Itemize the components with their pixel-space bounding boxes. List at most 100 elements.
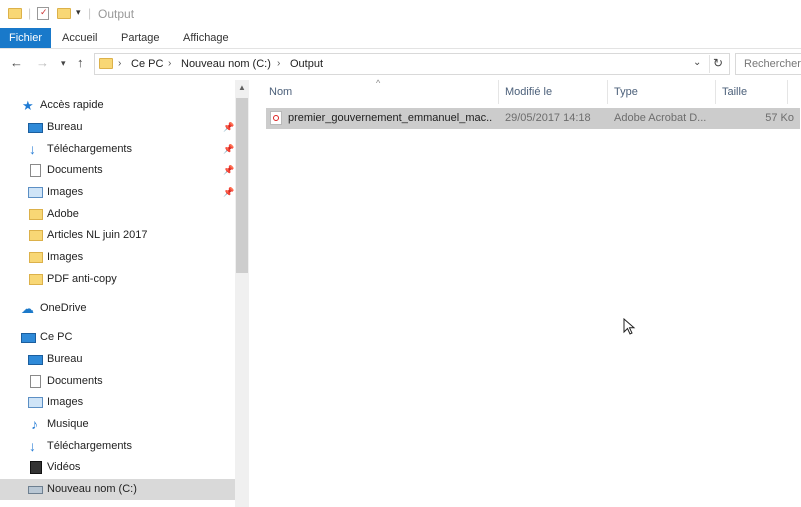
nav-label: Bureau [47, 121, 83, 133]
customize-toolbar-icon[interactable]: ▾ [76, 7, 81, 18]
title-bar: | ✓ ▾ | Output [0, 0, 801, 28]
column-header-modified[interactable]: Modifié le [505, 80, 552, 104]
nav-pc-bureau[interactable]: Bureau [0, 349, 235, 370]
tab-affichage[interactable]: Affichage [174, 28, 238, 48]
mouse-cursor-icon [623, 318, 636, 335]
nav-label: Téléchargements [47, 440, 132, 452]
separator: | [88, 6, 92, 20]
nav-item-telechargements[interactable]: ↓ Téléchargements 📌 [0, 139, 235, 160]
nav-label: PDF anti-copy [47, 273, 117, 285]
desktop-icon [28, 355, 43, 365]
separator: | [28, 6, 32, 20]
search-input[interactable]: Rechercher dans : Output [735, 53, 801, 75]
address-dropdown-icon[interactable]: ⌄ [693, 57, 701, 68]
breadcrumb-ce-pc[interactable]: Ce PC [131, 54, 163, 74]
forward-arrow-icon[interactable]: → [36, 55, 49, 70]
downloads-icon: ↓ [29, 141, 36, 157]
nav-item-pdf-anti-copy[interactable]: PDF anti-copy [0, 269, 235, 290]
file-name: premier_gouvernement_emmanuel_mac... [288, 112, 493, 124]
nav-label: Ce PC [40, 331, 73, 343]
nav-label: Vidéos [47, 461, 81, 473]
nav-label: Documents [47, 375, 103, 387]
drive-icon [28, 486, 43, 494]
breadcrumb-drive[interactable]: Nouveau nom (C:) [181, 54, 271, 74]
nav-pc-videos[interactable]: Vidéos [0, 457, 235, 478]
column-divider[interactable] [715, 80, 716, 104]
breadcrumb-chevron-icon: › [118, 58, 122, 69]
star-icon: ★ [22, 98, 34, 113]
nav-label: Articles NL juin 2017 [47, 229, 148, 241]
documents-icon [30, 375, 41, 388]
nav-item-documents[interactable]: Documents 📌 [0, 160, 235, 181]
nav-this-pc[interactable]: Ce PC [0, 327, 235, 348]
nav-label: OneDrive [40, 302, 87, 314]
pictures-icon [28, 187, 43, 198]
pin-icon[interactable]: 📌 [223, 117, 234, 138]
up-arrow-icon[interactable]: ↑ [77, 55, 84, 70]
folder-icon [8, 8, 22, 19]
nav-scrollbar[interactable]: ▲ [235, 80, 249, 507]
nav-label: Images [47, 396, 84, 408]
nav-pc-images[interactable]: Images [0, 392, 235, 413]
file-size: 57 Ko [765, 112, 794, 124]
nav-label: Téléchargements [47, 143, 132, 155]
nav-label: Accès rapide [40, 99, 104, 111]
cloud-icon: ☁ [21, 301, 34, 316]
column-divider[interactable] [498, 80, 499, 104]
nav-item-images[interactable]: Images 📌 [0, 182, 235, 203]
scroll-up-icon[interactable]: ▲ [238, 83, 246, 92]
sort-ascending-icon: ^ [376, 78, 381, 88]
navigation-pane: ★ Accès rapide Bureau 📌 ↓ Téléchargement… [0, 80, 235, 507]
recent-locations-icon[interactable]: ▾ [61, 58, 66, 69]
breadcrumb-output[interactable]: Output [290, 54, 323, 74]
videos-icon [30, 461, 42, 474]
nav-label: Musique [47, 418, 89, 430]
pin-icon[interactable]: 📌 [223, 139, 234, 160]
nav-item-images-folder[interactable]: Images [0, 247, 235, 268]
breadcrumb-chevron-icon: › [277, 58, 281, 69]
documents-icon [30, 164, 41, 177]
column-header-name[interactable]: Nom [269, 80, 292, 104]
nav-label: Bureau [47, 353, 83, 365]
file-row[interactable]: premier_gouvernement_emmanuel_mac... 29/… [266, 108, 800, 129]
refresh-icon[interactable]: ↻ [713, 56, 723, 70]
nav-pc-telechargements[interactable]: ↓ Téléchargements [0, 436, 235, 457]
folder-icon [29, 274, 43, 285]
tab-accueil[interactable]: Accueil [53, 28, 106, 48]
pin-icon[interactable]: 📌 [223, 160, 234, 181]
folder-icon [29, 230, 43, 241]
column-divider[interactable] [607, 80, 608, 104]
breadcrumb-chevron-icon: › [168, 58, 172, 69]
properties-icon[interactable]: ✓ [37, 7, 49, 20]
folder-icon [99, 58, 113, 69]
nav-label: Adobe [47, 208, 79, 220]
nav-onedrive[interactable]: ☁ OneDrive [0, 298, 235, 319]
nav-pc-musique[interactable]: ♪ Musique [0, 414, 235, 435]
file-type: Adobe Acrobat D... [614, 112, 707, 124]
new-folder-icon[interactable] [57, 8, 71, 19]
nav-item-articles[interactable]: Articles NL juin 2017 [0, 225, 235, 246]
nav-label: Nouveau nom (C:) [47, 483, 137, 495]
folder-icon [29, 209, 43, 220]
column-divider[interactable] [787, 80, 788, 104]
nav-label: Images [47, 186, 84, 198]
nav-pc-documents[interactable]: Documents [0, 371, 235, 392]
file-modified: 29/05/2017 14:18 [505, 112, 591, 124]
column-header-type[interactable]: Type [614, 80, 638, 104]
column-header-size[interactable]: Taille [722, 80, 747, 104]
nav-pc-drive-c[interactable]: Nouveau nom (C:) [0, 479, 235, 500]
scrollbar-thumb[interactable] [236, 98, 248, 273]
nav-quick-access[interactable]: ★ Accès rapide [0, 95, 235, 116]
tab-partage[interactable]: Partage [112, 28, 169, 48]
pin-icon[interactable]: 📌 [223, 182, 234, 203]
downloads-icon: ↓ [29, 438, 36, 454]
search-placeholder: Rechercher dans : Output [744, 58, 801, 70]
window-title: Output [98, 7, 135, 21]
tab-fichier[interactable]: Fichier [0, 28, 52, 48]
address-bar[interactable]: › Ce PC › Nouveau nom (C:) › Output ⌄ ↻ [94, 53, 730, 75]
nav-item-adobe[interactable]: Adobe [0, 204, 235, 225]
divider [709, 55, 710, 73]
computer-icon [21, 333, 36, 343]
nav-item-bureau[interactable]: Bureau 📌 [0, 117, 235, 138]
back-arrow-icon[interactable]: ← [10, 55, 23, 70]
